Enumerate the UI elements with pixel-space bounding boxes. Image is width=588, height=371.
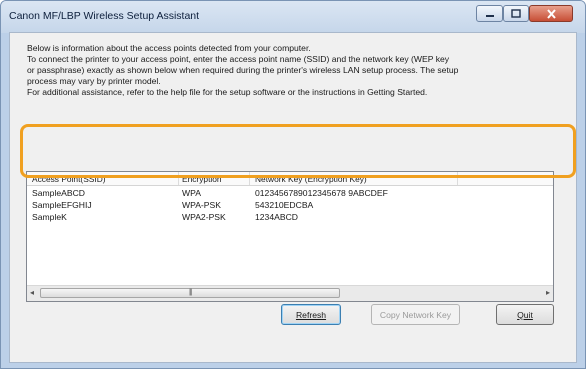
list-item[interactable]: SampleABCD WPA 0123456789012345678 9ABCD… [27,188,553,200]
list-item[interactable]: SampleEFGHIJ WPA-PSK 543210EDCBA [27,200,553,212]
ssid-cell: SampleEFGHIJ [32,200,92,210]
list-item[interactable]: SampleK WPA2-PSK 1234ABCD [27,212,553,224]
quit-button-label: Quit [517,309,533,320]
window-title: Canon MF/LBP Wireless Setup Assistant [9,10,200,22]
maximize-button[interactable] [503,5,529,22]
refresh-button-label: Refresh [295,309,327,320]
description-text: Below is information about the access po… [27,43,587,98]
grip-icon: ||| [189,289,193,296]
maximize-icon [511,9,521,18]
description-line: Below is information about the access po… [27,43,311,53]
network-key-cell: 1234ABCD [255,212,298,222]
description-line: process may vary by printer model. [27,76,161,86]
encryption-cell: WPA-PSK [182,200,221,210]
title-bar[interactable]: Canon MF/LBP Wireless Setup Assistant [1,1,585,33]
refresh-button[interactable]: Refresh [281,304,341,325]
horizontal-scrollbar[interactable]: ◂ ||| ▸ [27,285,553,301]
copy-network-key-button[interactable]: Copy Network Key [371,304,460,325]
scroll-right-arrow-icon[interactable]: ▸ [546,288,550,297]
close-icon [546,8,556,19]
scrollbar-thumb[interactable]: ||| [40,288,340,298]
description-line: or passphrase) exactly as shown below wh… [27,65,459,75]
description-line: For additional assistance, refer to the … [27,87,428,97]
ssid-cell: SampleK [32,212,67,222]
highlight-box [20,124,576,178]
quit-button[interactable]: Quit [496,304,554,325]
minimize-button[interactable] [476,5,503,22]
network-key-cell: 0123456789012345678 9ABCDEF [255,188,388,198]
minimize-icon [485,14,494,17]
description-line: To connect the printer to your access po… [27,54,450,64]
encryption-cell: WPA [182,188,201,198]
network-key-cell: 543210EDCBA [255,200,314,210]
ssid-cell: SampleABCD [32,188,86,198]
copy-network-key-label: Copy Network Key [379,309,452,320]
access-point-list[interactable]: Access Point(SSID) Encryption Network Ke… [26,171,554,302]
scroll-left-arrow-icon[interactable]: ◂ [30,288,34,297]
close-button[interactable] [529,5,573,22]
encryption-cell: WPA2-PSK [182,212,226,222]
